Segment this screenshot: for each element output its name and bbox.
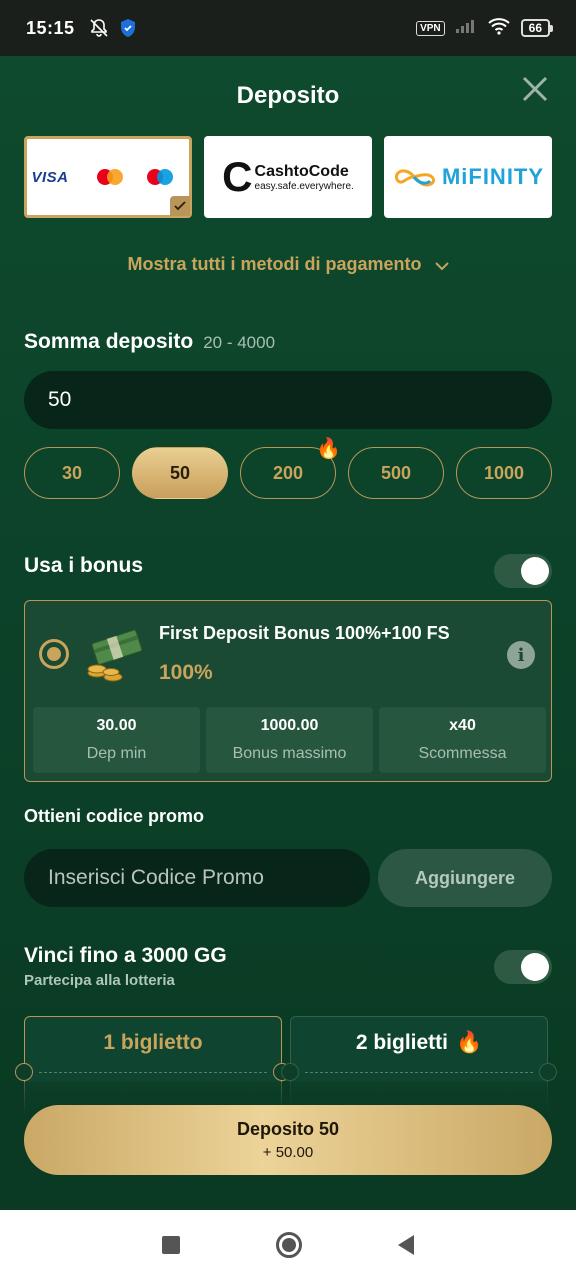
shield-icon bbox=[119, 18, 137, 38]
bonus-toggle[interactable] bbox=[494, 554, 552, 588]
bonus-title: First Deposit Bonus 100%+100 FS bbox=[159, 623, 450, 643]
home-icon[interactable] bbox=[276, 1232, 302, 1258]
money-stack-icon bbox=[81, 627, 149, 685]
stat-wager: x40 Scommessa bbox=[379, 707, 546, 773]
info-icon[interactable]: i bbox=[507, 641, 535, 669]
bonus-stats: 30.00 Dep min 1000.00 Bonus massimo x40 … bbox=[33, 707, 546, 773]
bonus-toggle-label: Usa i bonus bbox=[24, 554, 144, 577]
deposit-button-label: Deposito 50 bbox=[236, 1119, 340, 1139]
stat-label: Bonus massimo bbox=[232, 745, 347, 762]
promo-add-button[interactable]: Aggiungere bbox=[378, 849, 552, 907]
stat-value: 1000.00 bbox=[260, 717, 319, 734]
battery-indicator: 66 bbox=[520, 19, 554, 37]
stat-value: x40 bbox=[449, 717, 476, 734]
stat-dep-min: 30.00 Dep min bbox=[33, 707, 200, 773]
deposit-button[interactable]: Deposito 50 + 50.00 bbox=[24, 1105, 552, 1175]
fire-icon: 🔥 bbox=[456, 1031, 483, 1054]
cashtocode-logo: C CashtoCode easy.safe.everywhere. bbox=[222, 153, 354, 200]
mifinity-name: MiFINITY bbox=[441, 164, 545, 189]
amount-input[interactable]: 50 bbox=[24, 371, 552, 429]
page-title: Deposito bbox=[236, 82, 340, 109]
vpn-badge: VPN bbox=[416, 20, 445, 36]
maestro-logo bbox=[146, 169, 173, 185]
visa-logo: VISA bbox=[31, 168, 69, 186]
amount-chip-200-label: 200 bbox=[272, 462, 304, 483]
promo-placeholder: Inserisci Codice Promo bbox=[48, 866, 264, 889]
amount-chip-1000[interactable]: 1000 bbox=[456, 447, 552, 499]
ticket-notch bbox=[281, 1063, 299, 1081]
payment-method-cards[interactable]: VISA bbox=[24, 136, 192, 218]
payment-methods: VISA C CashtoCode easy.safe.everywhere. … bbox=[24, 136, 552, 218]
amount-label-text: Somma deposito bbox=[24, 330, 194, 353]
promo-label: Ottieni codice promo bbox=[24, 806, 205, 826]
signal-icon bbox=[455, 18, 477, 39]
lottery-title: Vinci fino a 3000 GG bbox=[24, 944, 227, 967]
amount-label: Somma deposito 20 - 4000 bbox=[24, 330, 275, 354]
amount-chip-30[interactable]: 30 bbox=[24, 447, 120, 499]
amount-chip-50[interactable]: 50 bbox=[132, 447, 228, 499]
bonus-radio[interactable] bbox=[39, 639, 69, 669]
ticket-divider bbox=[39, 1072, 267, 1073]
promo-code-input[interactable]: Inserisci Codice Promo bbox=[24, 849, 370, 907]
show-all-payment-methods[interactable]: Mostra tutti i metodi di pagamento bbox=[0, 254, 576, 276]
bell-off-icon bbox=[89, 18, 109, 38]
show-all-label: Mostra tutti i metodi di pagamento bbox=[127, 254, 422, 274]
amount-chip-500[interactable]: 500 bbox=[348, 447, 444, 499]
stat-label: Scommessa bbox=[418, 745, 507, 762]
ticket-notch bbox=[539, 1063, 557, 1081]
stat-label: Dep min bbox=[86, 745, 147, 762]
amount-range: 20 - 4000 bbox=[203, 333, 276, 352]
fire-icon: 🔥 bbox=[316, 438, 341, 460]
deposit-sheet: Deposito VISA C CashtoCode easy.safe.eve… bbox=[0, 56, 576, 1210]
close-icon[interactable] bbox=[520, 74, 550, 104]
check-icon bbox=[170, 196, 190, 216]
ticket-label: 2 biglietti bbox=[355, 1031, 449, 1054]
status-bar: 15:15 VPN 66 bbox=[0, 0, 576, 56]
stat-value: 30.00 bbox=[96, 717, 137, 734]
cashtocode-tagline: easy.safe.everywhere. bbox=[254, 180, 354, 192]
recents-icon[interactable] bbox=[162, 1236, 180, 1254]
lottery-subtitle: Partecipa alla lotteria bbox=[24, 972, 175, 989]
bonus-percent: 100% bbox=[159, 661, 213, 684]
wifi-icon bbox=[487, 17, 511, 40]
lottery-toggle[interactable] bbox=[494, 950, 552, 984]
bonus-card[interactable]: First Deposit Bonus 100%+100 FS 100% i 3… bbox=[24, 600, 552, 782]
status-time: 15:15 bbox=[26, 17, 75, 38]
payment-method-cashtocode[interactable]: C CashtoCode easy.safe.everywhere. bbox=[204, 136, 372, 218]
chevron-down-icon bbox=[434, 255, 449, 276]
mastercard-logo bbox=[96, 169, 123, 185]
stat-bonus-max: 1000.00 Bonus massimo bbox=[206, 707, 373, 773]
bonus-toggle-row: Usa i bonus bbox=[24, 554, 552, 588]
system-nav-bar bbox=[0, 1210, 576, 1280]
ticket-label: 1 biglietto bbox=[103, 1031, 203, 1054]
amount-value: 50 bbox=[48, 388, 72, 411]
ticket-divider bbox=[305, 1072, 533, 1073]
infinity-icon bbox=[394, 169, 436, 187]
ticket-notch bbox=[15, 1063, 33, 1081]
cashtocode-name: CashtoCode bbox=[254, 162, 349, 180]
mifinity-logo: MiFINITY bbox=[392, 164, 544, 190]
deposit-button-bonus: + 50.00 bbox=[262, 1144, 314, 1161]
lottery-toggle-row: Vinci fino a 3000 GG Partecipa alla lott… bbox=[24, 944, 552, 989]
amount-chips: 30 50 200 🔥 500 1000 bbox=[24, 438, 552, 499]
back-icon[interactable] bbox=[398, 1235, 414, 1255]
amount-chip-200[interactable]: 200 🔥 bbox=[240, 438, 341, 499]
payment-method-mifinity[interactable]: MiFINITY bbox=[384, 136, 552, 218]
